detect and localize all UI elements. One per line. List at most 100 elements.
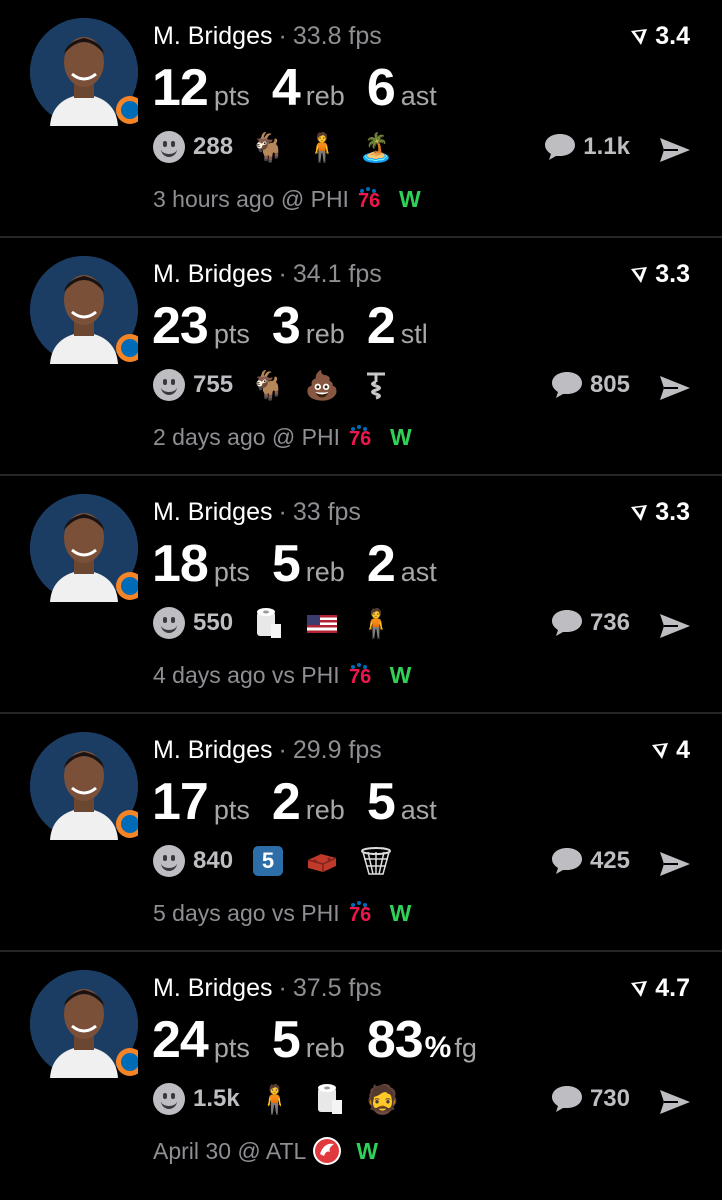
stat-value: 23 <box>152 297 209 355</box>
us-flag-emoji[interactable] <box>305 606 339 640</box>
number-five-emoji[interactable]: 5 <box>251 844 285 878</box>
comments-button[interactable]: 1.1k <box>543 132 630 162</box>
game-time: 2 days ago @ PHI <box>153 423 340 450</box>
player-avatar[interactable] <box>30 970 138 1078</box>
stat-line: 24 pts 5 reb 83% fg <box>152 1010 499 1070</box>
react-smiley-icon[interactable] <box>153 607 185 639</box>
person-emoji[interactable]: 🧍 <box>359 606 394 640</box>
player-name[interactable]: M. Bridges <box>153 736 272 764</box>
comments-button[interactable]: 730 <box>550 1084 630 1114</box>
76ers-logo: 76 <box>346 898 376 928</box>
send-icon <box>660 1090 690 1114</box>
stat-line: 12 pts 4 reb 6 ast <box>152 58 459 118</box>
stat-value: 18 <box>152 535 209 593</box>
game-time: 3 hours ago @ PHI <box>153 185 349 212</box>
reaction-count: 840 <box>193 847 234 874</box>
player-name[interactable]: M. Bridges <box>153 22 272 50</box>
player-avatar[interactable] <box>30 256 138 364</box>
post-card[interactable]: M. Bridges · 33 fps 3.3 18 pts 5 reb 2 ast 55… <box>0 476 722 714</box>
toilet-paper-emoji[interactable] <box>251 606 285 640</box>
player-avatar[interactable] <box>30 732 138 840</box>
game-result: W <box>398 185 421 212</box>
player-name[interactable]: M. Bridges <box>153 498 272 526</box>
person-emoji[interactable]: 🧍 <box>257 1082 292 1116</box>
player-name[interactable]: M. Bridges <box>153 260 272 288</box>
share-button[interactable] <box>658 850 692 883</box>
comment-bubble-icon <box>551 848 582 874</box>
comments-button[interactable]: 425 <box>550 846 630 876</box>
stat-value: 2 <box>366 535 396 593</box>
island-emoji[interactable]: 🏝️ <box>359 130 394 164</box>
share-button[interactable] <box>658 374 692 407</box>
stat-unit: pts <box>213 81 250 111</box>
stat-value: 17 <box>152 773 209 831</box>
76ers-logo: 76 <box>346 422 376 452</box>
svg-text:76: 76 <box>349 428 371 450</box>
player-avatar[interactable] <box>30 494 138 602</box>
game-result: W <box>389 661 412 688</box>
player-name[interactable]: M. Bridges <box>153 974 272 1002</box>
post-card[interactable]: M. Bridges · 29.9 fps 4 17 pts 2 reb 5 ast 84… <box>0 714 722 952</box>
hawks-logo <box>312 1136 342 1166</box>
reactions-row: 840 5 <box>153 844 413 878</box>
rating-score: 4.7 <box>629 974 690 1003</box>
76ers-logo: 76 <box>346 660 376 690</box>
svg-text:76: 76 <box>358 190 380 212</box>
react-smiley-icon[interactable] <box>153 845 185 877</box>
person-emoji[interactable]: 🧍 <box>305 130 340 164</box>
goat-emoji[interactable]: 🐐 <box>251 368 286 402</box>
reactions-row: 755 🐐 💩 <box>153 368 413 402</box>
brick-emoji[interactable] <box>305 844 339 878</box>
fps-value: 33.8 fps <box>292 22 382 50</box>
stat-value: 2 <box>366 297 396 355</box>
rating-score: 3.3 <box>629 260 690 289</box>
stat-line: 18 pts 5 reb 2 ast <box>152 534 459 594</box>
stat-unit: fg <box>454 1033 477 1063</box>
stat-unit: pts <box>213 319 250 349</box>
stat-unit: reb <box>305 795 345 825</box>
player-avatar[interactable] <box>30 18 138 126</box>
stat-line: 17 pts 2 reb 5 ast <box>152 772 459 832</box>
number-five-label: 5 <box>253 846 284 876</box>
react-smiley-icon[interactable] <box>153 131 185 163</box>
comments-button[interactable]: 736 <box>550 608 630 638</box>
poop-emoji[interactable]: 💩 <box>305 368 340 402</box>
stat-unit: reb <box>305 1033 345 1063</box>
corkscrew-emoji[interactable] <box>359 368 393 402</box>
svg-text:76: 76 <box>349 904 371 926</box>
stat-unit: reb <box>305 81 345 111</box>
comments-button[interactable]: 805 <box>550 370 630 400</box>
game-time: April 30 @ ATL <box>153 1137 307 1164</box>
react-smiley-icon[interactable] <box>153 369 185 401</box>
person-emoji[interactable]: 🧔 <box>365 1082 400 1116</box>
stat-unit: reb <box>305 557 345 587</box>
fps-value: 34.1 fps <box>292 260 382 288</box>
comment-count: 736 <box>589 609 630 636</box>
game-result: W <box>389 899 412 926</box>
reactions-row: 550 🧍 <box>153 606 413 640</box>
stat-value: 83 <box>366 1011 424 1069</box>
stat-value: 6 <box>366 59 396 117</box>
stat-value: 4 <box>271 59 301 117</box>
react-smiley-icon[interactable] <box>153 1083 185 1115</box>
stat-value: 5 <box>271 535 301 593</box>
rating-icon <box>652 742 669 759</box>
toilet-paper-emoji[interactable] <box>312 1082 346 1116</box>
game-result: W <box>356 1137 379 1164</box>
share-button[interactable] <box>658 612 692 645</box>
post-card[interactable]: M. Bridges · 37.5 fps 4.7 24 pts 5 reb 83% fg… <box>0 952 722 1200</box>
goat-emoji[interactable]: 🐐 <box>251 130 286 164</box>
share-button[interactable] <box>658 136 692 169</box>
game-info: 5 days ago vs PHI 76 W <box>153 898 411 928</box>
comment-bubble-icon <box>545 134 576 160</box>
game-info: 3 hours ago @ PHI 76 W <box>153 184 421 214</box>
post-card[interactable]: M. Bridges · 33.8 fps 3.4 12 pts 4 reb 6 ast … <box>0 0 722 238</box>
stat-line: 23 pts 3 reb 2 stl <box>152 296 450 356</box>
share-button[interactable] <box>658 1088 692 1121</box>
rating-value: 3.3 <box>655 260 690 288</box>
hoop-emoji[interactable] <box>359 844 393 878</box>
stat-unit: pts <box>213 1033 250 1063</box>
stat-unit: ast <box>400 81 437 111</box>
post-card[interactable]: M. Bridges · 34.1 fps 3.3 23 pts 3 reb 2 stl … <box>0 238 722 476</box>
send-icon <box>660 852 690 876</box>
